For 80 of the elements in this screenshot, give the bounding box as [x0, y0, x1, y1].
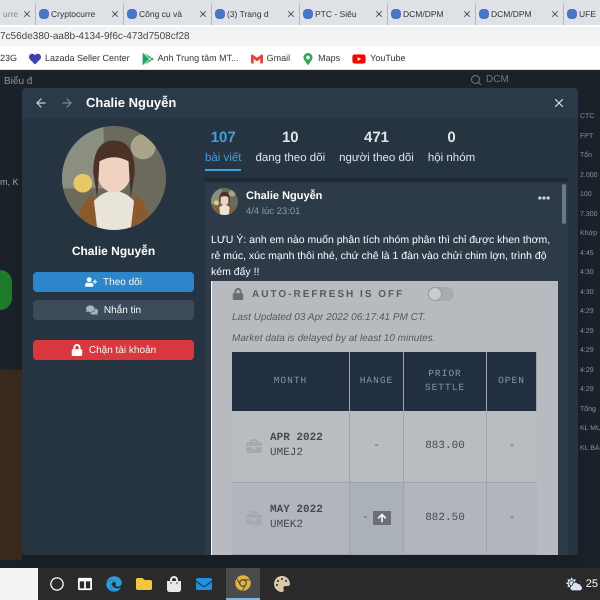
map-pin-icon: [302, 52, 314, 64]
chrome-icon: [235, 575, 251, 591]
scrollbar[interactable]: [562, 184, 566, 224]
table-cell: -: [487, 482, 537, 555]
table-cell: -: [350, 482, 404, 555]
site-icon: [479, 9, 489, 19]
close-icon[interactable]: [110, 9, 120, 19]
folder-icon[interactable]: [136, 576, 152, 592]
stat-tab[interactable]: 10 đang theo dõi: [255, 130, 326, 170]
table-header: PRIOR SETTLE: [404, 352, 487, 411]
site-icon: [39, 9, 49, 19]
site-icon: [391, 9, 401, 19]
task-view-icon[interactable]: [78, 577, 92, 591]
table-header: HANGE: [350, 352, 404, 411]
table-cell: -: [350, 410, 404, 483]
bookmark[interactable]: Anh Trung tâm MT...: [142, 52, 239, 66]
background-text: DCM: [486, 73, 509, 87]
close-icon[interactable]: [374, 9, 384, 19]
lock-icon: [70, 344, 83, 356]
site-icon: [303, 9, 313, 19]
stat-tab[interactable]: 107 bài viết: [205, 130, 242, 172]
close-icon[interactable]: [550, 9, 560, 19]
mail-icon: [250, 52, 263, 64]
table-cell: 882.50: [404, 482, 487, 555]
site-icon: [567, 9, 577, 19]
profile-button[interactable]: Nhắn tin: [33, 300, 194, 320]
table-header: MONTH: [232, 352, 350, 411]
profile-button[interactable]: Chặn tài khoản: [33, 340, 194, 360]
add-user-icon: [85, 276, 98, 288]
bookmark[interactable]: Lazada Seller Center: [29, 52, 130, 66]
close-icon[interactable]: [286, 9, 296, 19]
play-icon: [352, 52, 366, 66]
table-cell: 883.00: [404, 410, 487, 483]
refresh-toggle[interactable]: [428, 287, 454, 302]
back-icon[interactable]: [34, 96, 48, 110]
table-header: OPEN: [487, 352, 537, 411]
edge-icon[interactable]: [106, 576, 122, 592]
contract-month: MAY 2022: [270, 503, 323, 518]
browser-tab[interactable]: UFE: [564, 3, 600, 25]
bookmark[interactable]: 23G: [0, 52, 18, 66]
triangle-icon: [142, 52, 154, 64]
search-icon: [470, 74, 482, 86]
lock-icon: [232, 288, 244, 300]
stat-tab[interactable]: 471 người theo dõi: [339, 130, 414, 170]
background-text: m, K: [0, 176, 19, 189]
contract-month: APR 2022: [270, 431, 323, 446]
store-icon[interactable]: [166, 576, 182, 592]
address-bar[interactable]: 7c56de380-aa8b-4134-9f6c-473d7508cf28: [0, 27, 600, 46]
post-text: LƯU Ý: anh em nào muốn phân tích nhóm phân thì chỉ được khen thơm, rẻ múc, xúc mạnh thôi nhé, chứ chê là 1 đàn vào chửi chim lợn, trình độ kém đấy !!: [210, 232, 552, 280]
chart-tab[interactable]: Biểu đ: [4, 74, 32, 89]
stat-tab[interactable]: 0 hội nhóm: [428, 130, 476, 170]
updated-text: Last Updated 03 Apr 2022 06:17:41 PM CT.: [232, 310, 427, 325]
close-icon[interactable]: [552, 96, 566, 110]
forward-icon[interactable]: [60, 96, 74, 110]
weather-icon[interactable]: [566, 576, 582, 592]
bookmark[interactable]: Maps: [302, 52, 340, 66]
delay-text: Market data is delayed by at least 10 minutes.: [232, 332, 436, 346]
site-icon: [215, 9, 225, 19]
mail-icon[interactable]: [196, 576, 212, 592]
heart-icon: [29, 52, 42, 64]
contract-code: UMEK2: [270, 518, 304, 534]
close-icon[interactable]: [22, 9, 32, 19]
bookmark[interactable]: Gmail: [250, 52, 290, 66]
contract-code: UMEJ2: [270, 446, 304, 462]
profile-name: Chalie Nguyễn: [72, 243, 156, 260]
post-time: 4/4 lúc 23:01: [246, 204, 302, 218]
refresh-label: AUTO-REFRESH IS OFF: [252, 288, 404, 302]
close-icon[interactable]: [198, 9, 208, 19]
dialog-title: Chalie Nguyễn: [86, 94, 176, 112]
post-author: Chalie Nguyễn: [246, 188, 324, 204]
bookmark[interactable]: YouTube: [352, 52, 406, 66]
site-icon: [127, 9, 137, 19]
chrome-taskbar-button[interactable]: [226, 568, 260, 600]
chart-area: [0, 270, 12, 310]
chat-icon: [86, 304, 98, 316]
palette-icon[interactable]: [274, 576, 290, 592]
profile-button[interactable]: Theo dõi: [33, 272, 194, 292]
search-icon[interactable]: [50, 577, 64, 591]
temperature: 25: [586, 576, 599, 592]
close-icon[interactable]: [462, 9, 472, 19]
